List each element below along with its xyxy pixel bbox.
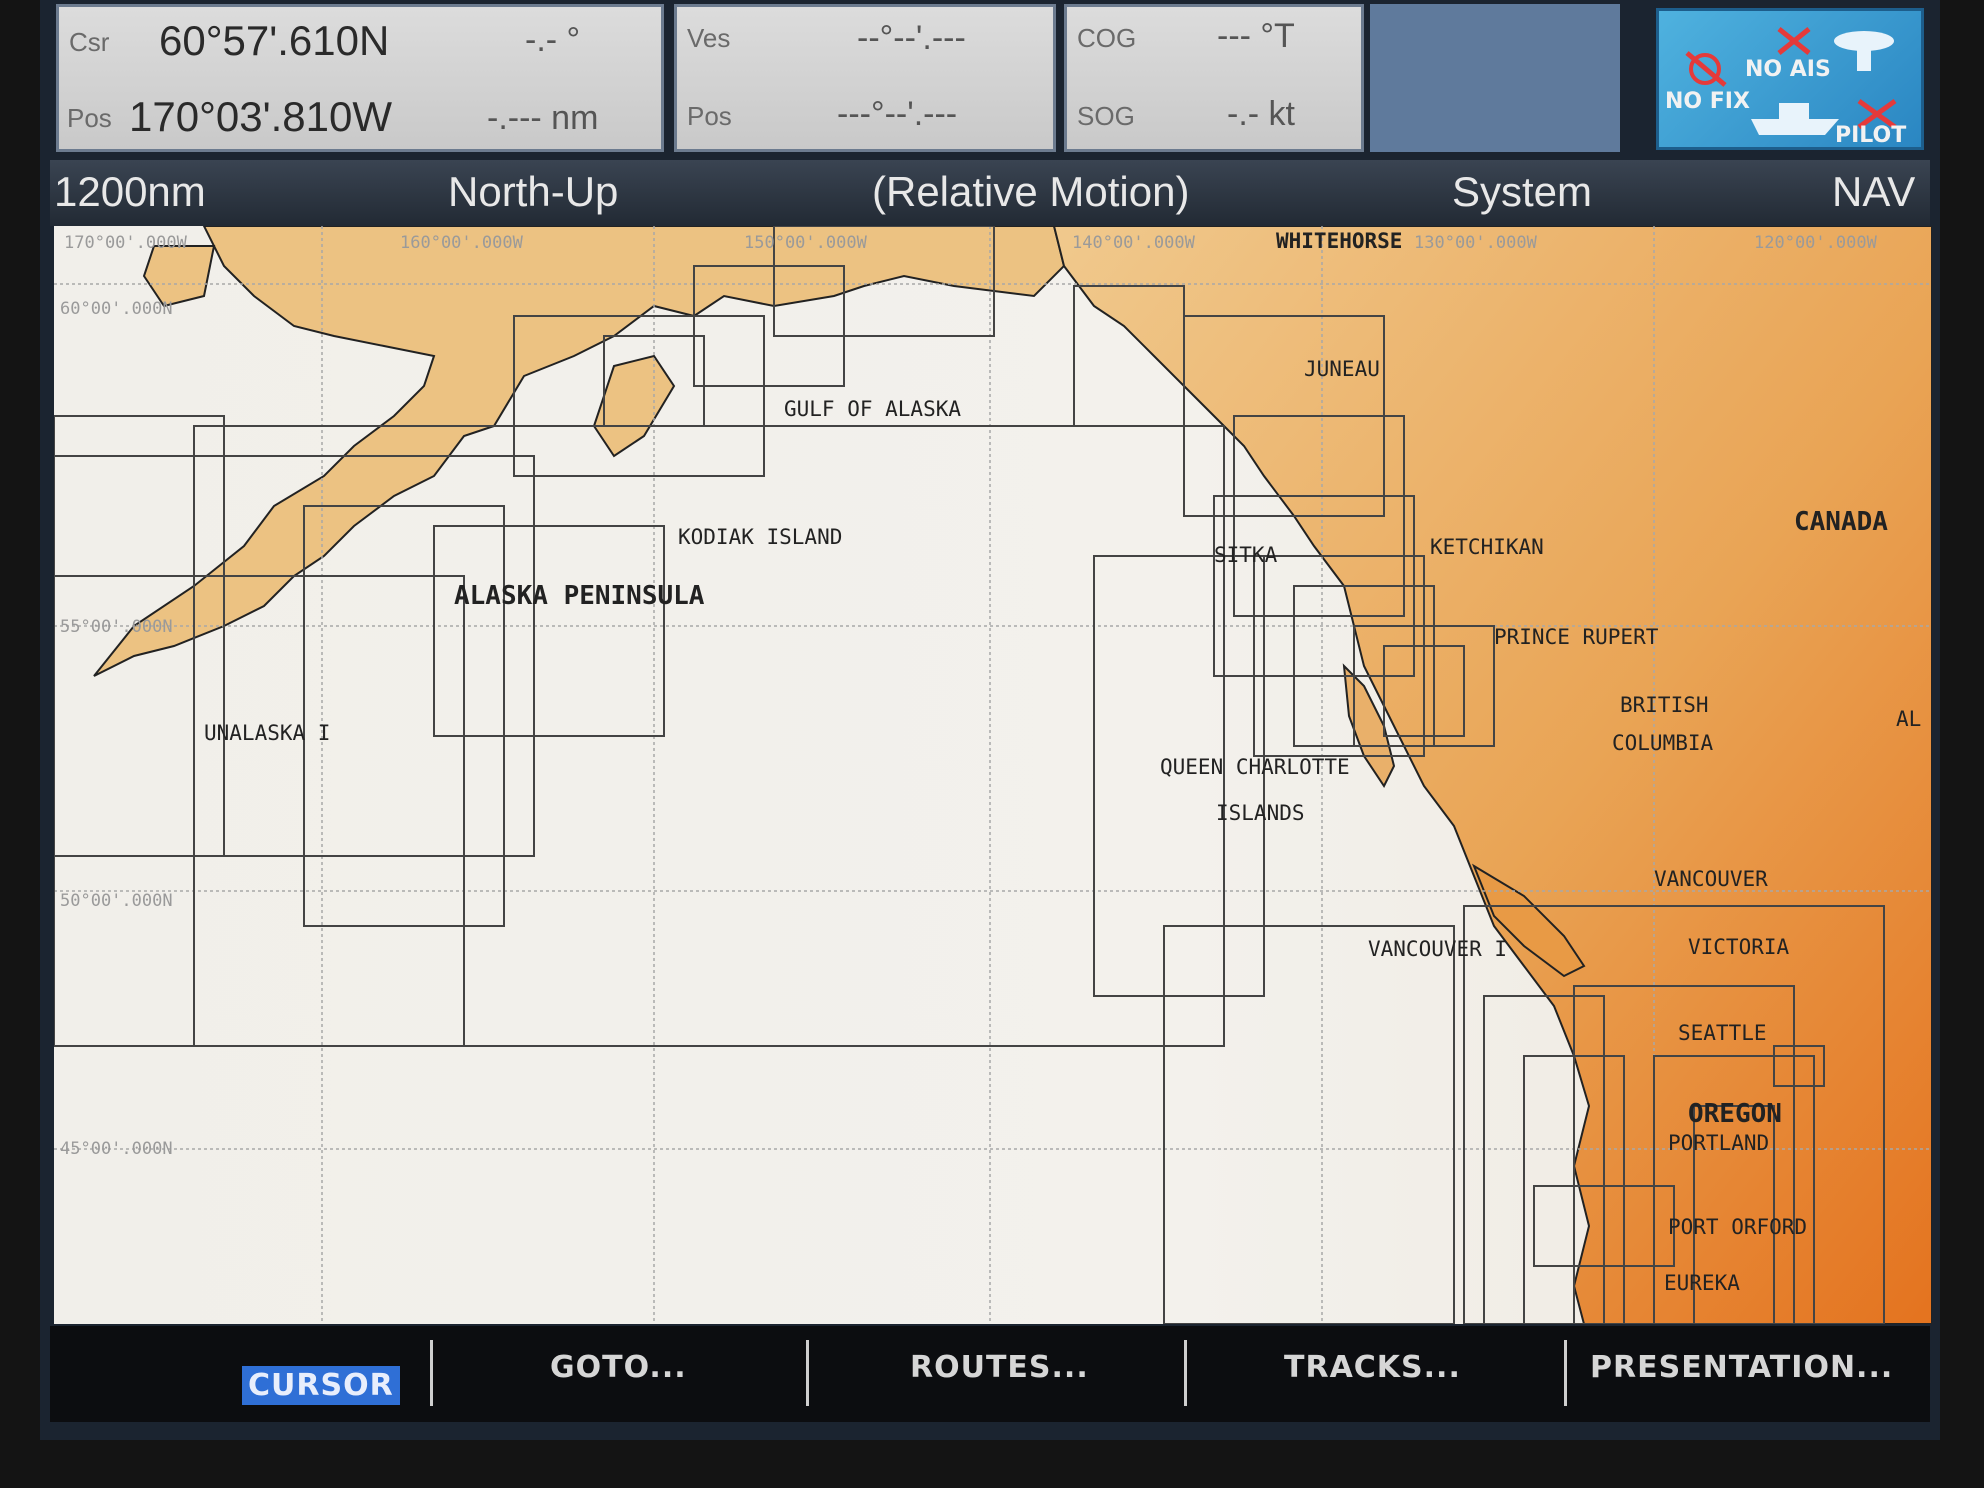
grid-label-lon-160: 160°00'.000W bbox=[400, 233, 524, 253]
softkey-divider bbox=[1564, 1340, 1567, 1406]
softkey-bar: CURSOR GOTO... ROUTES... TRACKS... PRESE… bbox=[50, 1326, 1930, 1422]
course-speed-panel: COG --- °T SOG -.- kt bbox=[1064, 4, 1364, 152]
gps-satellite-icon bbox=[1685, 51, 1727, 87]
label-columbia: COLUMBIA bbox=[1612, 731, 1714, 755]
softkey-divider bbox=[806, 1340, 809, 1406]
radar-icon bbox=[1834, 31, 1894, 71]
label-prince-rupert: PRINCE RUPERT bbox=[1494, 625, 1659, 649]
no-ais-label: NO AIS bbox=[1745, 57, 1831, 82]
system-status: System bbox=[1452, 168, 1593, 215]
label-portland: PORTLAND bbox=[1668, 1131, 1769, 1155]
ves-label: Ves bbox=[687, 23, 731, 53]
range-indicator[interactable]: 1200nm bbox=[54, 168, 206, 216]
label-gulf-of-alaska: GULF OF ALASKA bbox=[784, 397, 961, 421]
tracks-softkey[interactable]: TRACKS... bbox=[1284, 1350, 1461, 1385]
navigation-chart[interactable]: 170°00'.000W 160°00'.000W 150°00'.000W 1… bbox=[54, 226, 1932, 1324]
csr-label: Csr bbox=[69, 27, 110, 57]
label-ketchikan: KETCHIKAN bbox=[1430, 535, 1544, 559]
label-eureka: EUREKA bbox=[1664, 1271, 1740, 1295]
routes-softkey[interactable]: ROUTES... bbox=[910, 1350, 1089, 1385]
grid-label-lat-55: 55°00'.000N bbox=[60, 617, 173, 637]
label-juneau: JUNEAU bbox=[1304, 357, 1380, 381]
label-port-orford: PORT ORFORD bbox=[1668, 1215, 1807, 1239]
cog-label: COG bbox=[1077, 23, 1137, 53]
cursor-latitude: 60°57'.610N bbox=[159, 17, 390, 64]
grid-label-lon-170: 170°00'.000W bbox=[64, 233, 188, 253]
no-fix-label: NO FIX bbox=[1665, 89, 1750, 114]
ais-icon bbox=[1777, 27, 1811, 55]
label-vancouver: VANCOUVER bbox=[1654, 867, 1768, 891]
label-seattle: SEATTLE bbox=[1678, 1021, 1767, 1045]
cursor-range: -.--- nm bbox=[487, 99, 599, 137]
label-vancouver-i: VANCOUVER I bbox=[1368, 937, 1507, 961]
label-sitka: SITKA bbox=[1214, 543, 1278, 567]
vessel-latitude: --°--'.--- bbox=[857, 19, 966, 57]
grid-label-lat-50: 50°00'.000N bbox=[60, 891, 173, 911]
grid-label-lon-140: 140°00'.000W bbox=[1072, 233, 1196, 253]
label-canada: CANADA bbox=[1794, 507, 1888, 537]
label-al: AL bbox=[1896, 707, 1921, 731]
grid-label-lon-150: 150°00'.000W bbox=[744, 233, 868, 253]
label-british: BRITISH bbox=[1620, 693, 1709, 717]
grid-label-lon-130: 130°00'.000W bbox=[1414, 233, 1538, 253]
nav-mode: NAV bbox=[1832, 168, 1916, 215]
grid-label-lat-45: 45°00'.000N bbox=[60, 1139, 173, 1159]
chart-plotter-screen: Csr 60°57'.610N -.- ° Pos 170°03'.810W -… bbox=[40, 0, 1940, 1440]
label-islands: ISLANDS bbox=[1216, 801, 1305, 825]
softkey-divider bbox=[1184, 1340, 1187, 1406]
softkey-divider bbox=[430, 1340, 433, 1406]
cursor-longitude: 170°03'.810W bbox=[129, 93, 392, 140]
presentation-softkey[interactable]: PRESENTATION... bbox=[1590, 1350, 1893, 1385]
vessel-longitude: ---°--'.--- bbox=[837, 95, 958, 133]
label-queen-charlotte: QUEEN CHARLOTTE bbox=[1160, 755, 1350, 779]
vessel-position-panel: Ves --°--'.--- Pos ---°--'.--- bbox=[674, 4, 1056, 152]
label-unalaska: UNALASKA I bbox=[204, 721, 330, 745]
label-kodiak-island: KODIAK ISLAND bbox=[678, 525, 842, 549]
grid-label-lat-60: 60°00'.000N bbox=[60, 299, 173, 319]
chart-header-bar: 1200nm North-Up (Relative Motion) System… bbox=[50, 160, 1930, 226]
status-icons-panel[interactable]: NO FIX NO AIS PILOT bbox=[1656, 8, 1924, 150]
chart-canvas: 170°00'.000W 160°00'.000W 150°00'.000W 1… bbox=[54, 226, 1932, 1324]
cursor-position-panel: Csr 60°57'.610N -.- ° Pos 170°03'.810W -… bbox=[56, 4, 664, 152]
vessel-pos-label: Pos bbox=[687, 101, 732, 131]
motion-mode[interactable]: (Relative Motion) bbox=[872, 168, 1189, 216]
label-whitehorse: WHITEHORSE bbox=[1276, 229, 1402, 253]
cursor-bearing: -.- ° bbox=[525, 21, 581, 59]
cursor-softkey[interactable]: CURSOR bbox=[242, 1366, 400, 1405]
grid-label-lon-120: 120°00'.000W bbox=[1754, 233, 1878, 253]
blank-panel bbox=[1370, 4, 1620, 152]
sog-label: SOG bbox=[1077, 101, 1135, 131]
label-victoria: VICTORIA bbox=[1688, 935, 1790, 959]
goto-softkey[interactable]: GOTO... bbox=[550, 1350, 687, 1385]
pilot-label: PILOT bbox=[1835, 123, 1907, 148]
cog-value: --- °T bbox=[1217, 17, 1295, 55]
orientation-mode[interactable]: North-Up bbox=[448, 168, 618, 216]
sog-value: -.- kt bbox=[1227, 95, 1295, 133]
label-alaska-peninsula: ALASKA PENINSULA bbox=[454, 581, 705, 611]
boat-icon bbox=[1751, 103, 1839, 135]
cursor-pos-label: Pos bbox=[67, 103, 112, 133]
label-oregon: OREGON bbox=[1688, 1099, 1782, 1129]
